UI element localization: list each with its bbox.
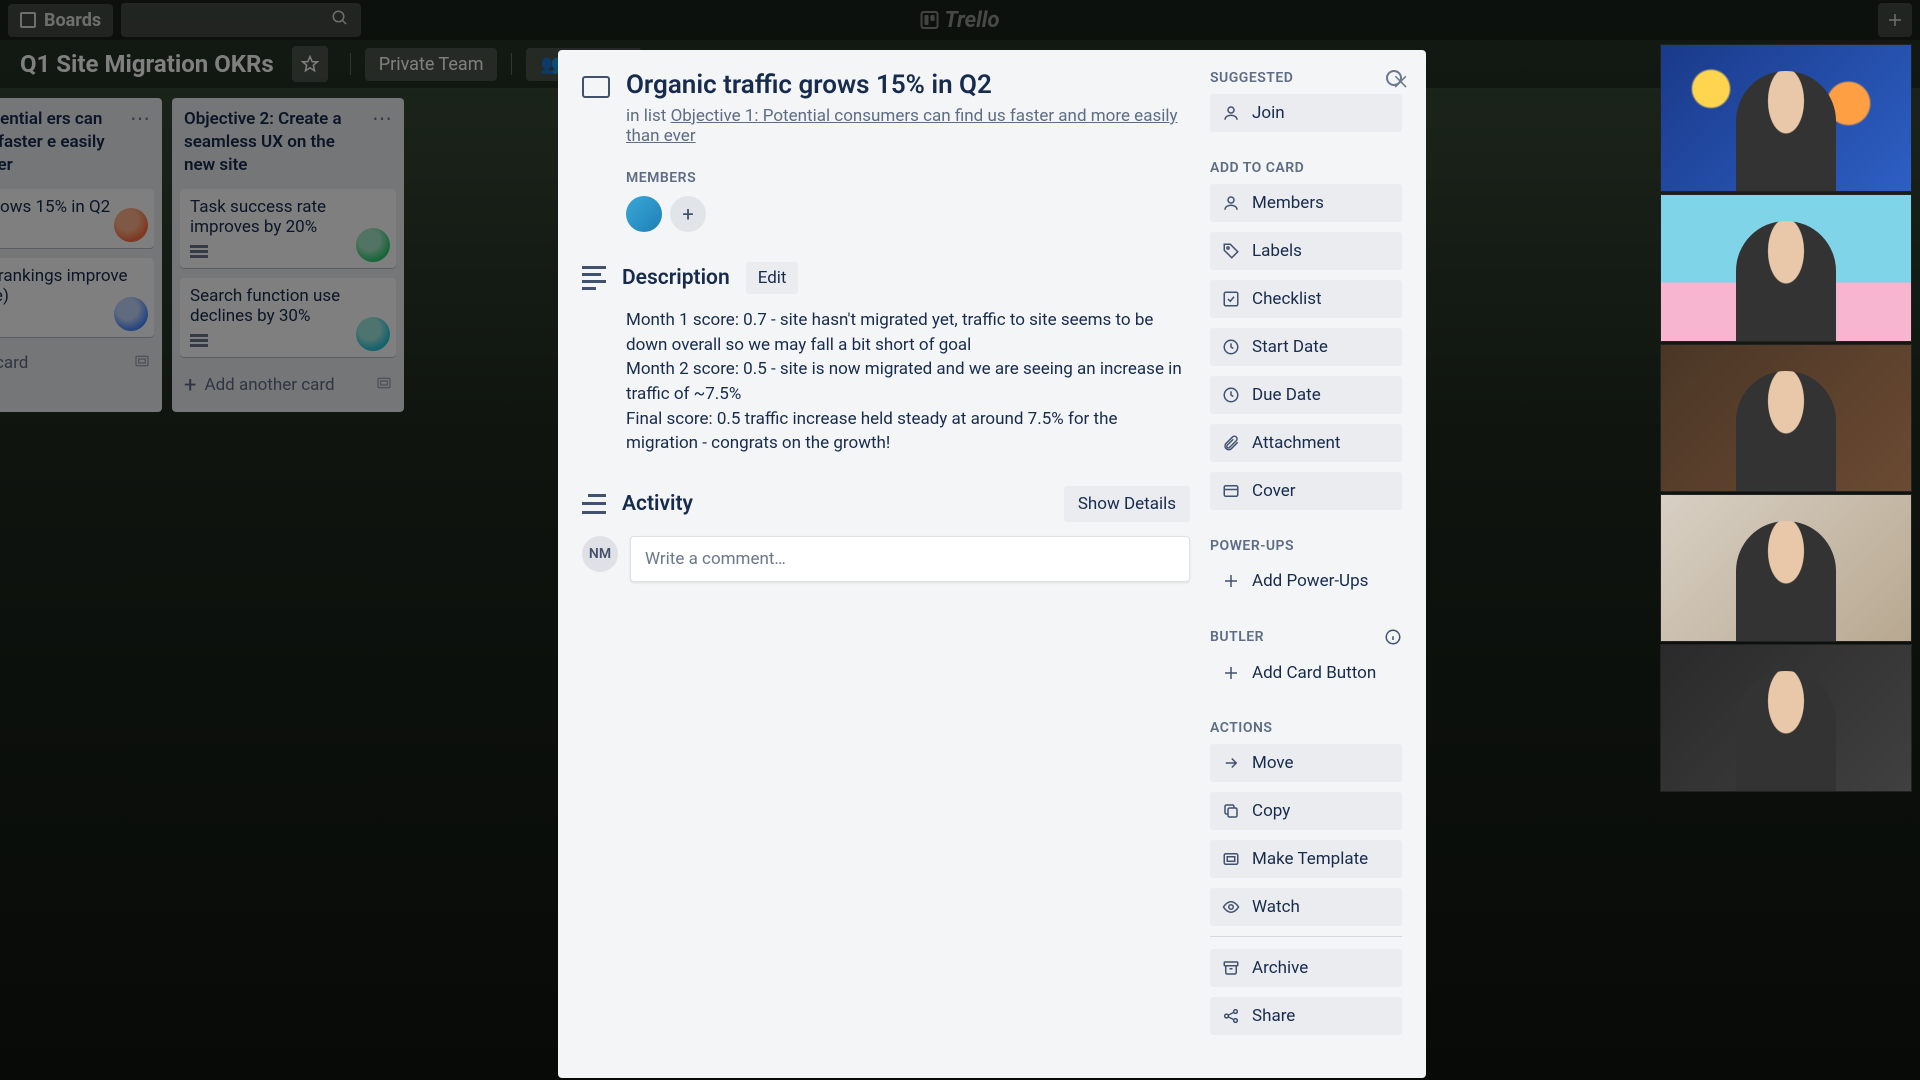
clock-icon xyxy=(1222,338,1240,356)
cover-icon xyxy=(1222,482,1240,500)
checklist-icon xyxy=(1222,290,1240,308)
edit-button[interactable]: Edit xyxy=(746,262,799,294)
add-card-button-butler[interactable]: Add Card Button xyxy=(1210,654,1402,692)
description-heading: Description xyxy=(622,266,730,290)
attachment-button[interactable]: Attachment xyxy=(1210,424,1402,462)
powerups-label: POWER-UPS xyxy=(1210,538,1402,554)
in-list: in list Objective 1: Potential consumers… xyxy=(626,106,1190,146)
video-tile[interactable] xyxy=(1660,44,1912,192)
share-icon xyxy=(1222,1007,1240,1025)
add-powerups-button[interactable]: Add Power-Ups xyxy=(1210,562,1402,600)
join-button[interactable]: Join xyxy=(1210,94,1402,132)
copy-button[interactable]: Copy xyxy=(1210,792,1402,830)
labels-button[interactable]: Labels xyxy=(1210,232,1402,270)
members-label: MEMBERS xyxy=(626,170,1190,186)
card-modal: × Organic traffic grows 15% in Q2 in lis… xyxy=(558,50,1426,1078)
add-to-card-label: ADD TO CARD xyxy=(1210,160,1402,176)
video-call-panel xyxy=(1660,44,1912,792)
actions-label: ACTIONS xyxy=(1210,720,1402,736)
user-icon xyxy=(1222,104,1240,122)
info-icon[interactable] xyxy=(1384,628,1402,646)
cover-button[interactable]: Cover xyxy=(1210,472,1402,510)
attachment-icon xyxy=(1222,434,1240,452)
due-date-button[interactable]: Due Date xyxy=(1210,376,1402,414)
watch-button[interactable]: Watch xyxy=(1210,888,1402,926)
gear-icon[interactable] xyxy=(1386,70,1402,86)
card-icon xyxy=(582,76,610,98)
user-avatar[interactable]: NM xyxy=(582,536,618,572)
description-icon xyxy=(582,266,606,290)
start-date-button[interactable]: Start Date xyxy=(1210,328,1402,366)
user-icon xyxy=(1222,194,1240,212)
video-tile[interactable] xyxy=(1660,494,1912,642)
move-button[interactable]: Move xyxy=(1210,744,1402,782)
copy-icon xyxy=(1222,802,1240,820)
video-tile[interactable] xyxy=(1660,344,1912,492)
eye-icon xyxy=(1222,898,1240,916)
modal-title[interactable]: Organic traffic grows 15% in Q2 xyxy=(626,70,992,100)
add-member-button[interactable]: + xyxy=(670,196,706,232)
video-tile[interactable] xyxy=(1660,644,1912,792)
modal-sidebar: SUGGESTED Join ADD TO CARD Members Label… xyxy=(1210,70,1402,1058)
checklist-button[interactable]: Checklist xyxy=(1210,280,1402,318)
make-template-button[interactable]: Make Template xyxy=(1210,840,1402,878)
activity-heading: Activity xyxy=(622,492,693,516)
arrow-right-icon xyxy=(1222,754,1240,772)
members-row: + xyxy=(626,196,1190,232)
archive-button[interactable]: Archive xyxy=(1210,949,1402,987)
list-link[interactable]: Objective 1: Potential consumers can fin… xyxy=(626,106,1178,146)
comment-input[interactable]: Write a comment… xyxy=(630,536,1190,582)
show-details-button[interactable]: Show Details xyxy=(1064,486,1190,522)
butler-label: BUTLER xyxy=(1210,628,1402,646)
tag-icon xyxy=(1222,242,1240,260)
activity-icon xyxy=(582,494,606,514)
modal-main: Organic traffic grows 15% in Q2 in list … xyxy=(582,70,1190,1058)
plus-icon xyxy=(1222,664,1240,682)
member-avatar[interactable] xyxy=(626,196,662,232)
template-icon xyxy=(1222,850,1240,868)
archive-icon xyxy=(1222,959,1240,977)
description-body[interactable]: Month 1 score: 0.7 - site hasn't migrate… xyxy=(626,308,1190,456)
plus-icon xyxy=(1222,572,1240,590)
suggested-label: SUGGESTED xyxy=(1210,70,1402,86)
members-button[interactable]: Members xyxy=(1210,184,1402,222)
video-tile[interactable] xyxy=(1660,194,1912,342)
clock-icon xyxy=(1222,386,1240,404)
share-button[interactable]: Share xyxy=(1210,997,1402,1035)
